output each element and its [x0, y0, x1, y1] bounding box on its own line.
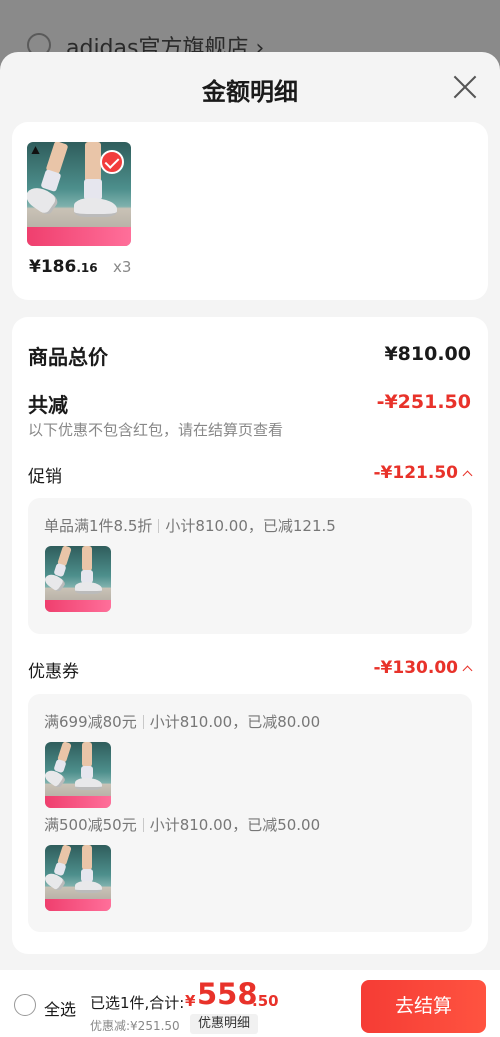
divider [142, 715, 144, 729]
coupon-label: 优惠券 [28, 662, 79, 682]
price-decimal: .16 [76, 261, 98, 275]
total-currency: ¥ [185, 992, 196, 1010]
discount-detail-button[interactable]: 优惠明细 [190, 1014, 259, 1034]
rule-name: 单品满1件8.5折 [44, 517, 153, 535]
bottom-checkout-bar: 全选 已选1件,合计: ¥ 558 .50 优惠减:¥251.50 优惠明细 去… [0, 970, 500, 1037]
total-integer: 558 [197, 977, 258, 1011]
promotion-label: 促销 [28, 467, 62, 487]
coupon-toggle[interactable]: -¥130.00 [373, 658, 473, 678]
product-card: ¥186.16 x3 [12, 122, 488, 300]
total-discount-label: 共减 [28, 393, 68, 417]
product-image[interactable] [27, 142, 131, 246]
product-quantity: x3 [113, 258, 132, 276]
select-all-label[interactable]: 全选 [44, 996, 76, 1020]
discount-note: 以下优惠不包含红包，请在结算页查看 [28, 421, 284, 439]
promotion-toggle[interactable]: -¥121.50 [373, 463, 473, 483]
breakdown-card: 商品总价 ¥810.00 共减 -¥251.50 以下优惠不包含红包，请在结算页… [12, 317, 488, 954]
total-decimal: .50 [252, 992, 279, 1010]
select-all-radio[interactable] [14, 994, 36, 1016]
coupon-rule: 满699减80元 小计810.00，已减80.00 [44, 711, 320, 732]
promotion-value: -¥121.50 [373, 463, 459, 483]
sheet-title: 金额明细 [202, 78, 298, 106]
promo-banner [27, 227, 131, 246]
product-unit-price: ¥186.16 [29, 257, 98, 277]
total-price-label: 商品总价 [28, 345, 108, 369]
coupon-detail-box: 满699减80元 小计810.00，已减80.00 满500减50元 小计810.0… [28, 694, 472, 932]
amount-detail-sheet: 金额明细 ¥186.16 x3 商品总价 ¥810.00 共减 -¥251.50… [0, 52, 500, 1037]
rule-detail: 小计810.00，已减80.00 [149, 713, 321, 731]
coupon-value: -¥130.00 [373, 658, 459, 678]
coupon-rule: 满500减50元 小计810.00，已减50.00 [44, 814, 320, 835]
rule-detail: 小计810.00，已减121.5 [165, 517, 336, 535]
rule-detail: 小计810.00，已减50.00 [149, 816, 321, 834]
product-thumbnail [45, 546, 111, 612]
product-thumbnail [45, 742, 111, 808]
price-integer: ¥186 [29, 257, 77, 277]
chevron-up-icon [462, 665, 473, 676]
promotion-rule: 单品满1件8.5折 小计810.00，已减121.5 [44, 515, 336, 536]
discount-summary: 优惠减:¥251.50 [90, 1019, 180, 1033]
divider [158, 519, 160, 533]
divider [142, 818, 144, 832]
rule-name: 满500减50元 [44, 816, 137, 834]
total-discount-value: -¥251.50 [376, 391, 471, 413]
brand-logo-icon [31, 146, 46, 155]
selected-summary-label: 已选1件,合计: [90, 994, 185, 1012]
promotion-detail-box: 单品满1件8.5折 小计810.00，已减121.5 [28, 498, 472, 634]
checkout-button[interactable]: 去结算 [361, 980, 486, 1033]
chevron-up-icon [462, 470, 473, 481]
product-thumbnail [45, 845, 111, 911]
rule-name: 满699减80元 [44, 713, 137, 731]
selected-check-icon [100, 150, 124, 174]
close-icon[interactable] [448, 70, 482, 104]
total-price-value: ¥810.00 [384, 343, 471, 365]
